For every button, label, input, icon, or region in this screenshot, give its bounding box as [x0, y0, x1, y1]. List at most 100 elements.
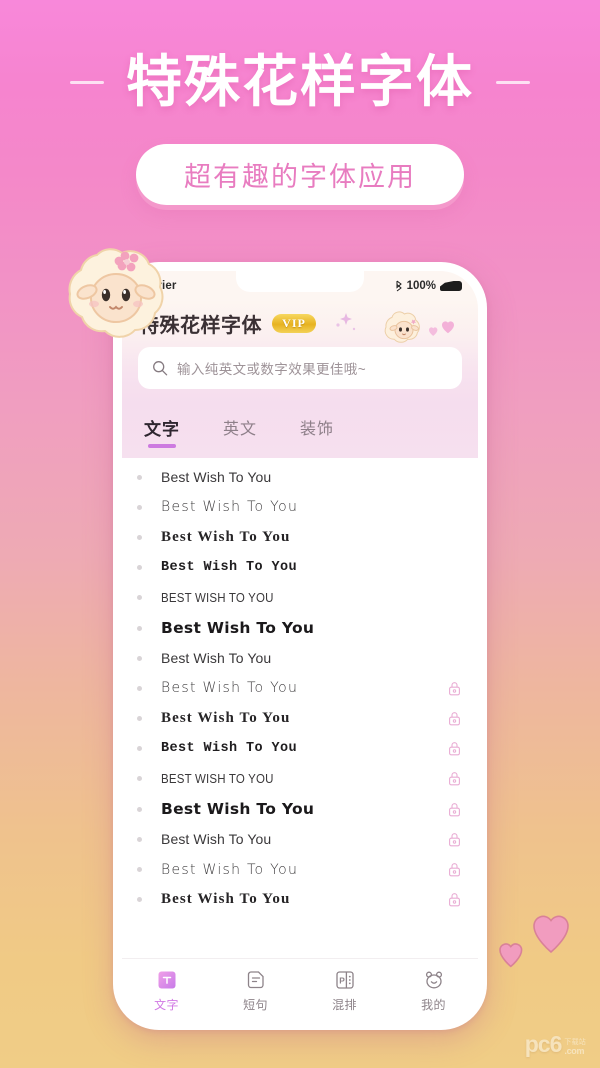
battery-full-icon	[440, 281, 462, 291]
bullet-dot-icon	[137, 776, 142, 782]
font-list-item[interactable]: Best Wish To You	[122, 673, 478, 703]
search-icon	[153, 361, 168, 376]
font-sample-text: Best Wish To You	[161, 560, 298, 576]
font-list-item[interactable]: Best Wish To You	[122, 643, 478, 673]
mixed-panel-icon: P	[335, 970, 354, 989]
tab-active-underline	[148, 444, 176, 448]
font-list-item[interactable]: Best Wish To You	[122, 613, 478, 643]
font-list-item[interactable]: Best Wish To You	[122, 462, 478, 492]
font-list-item[interactable]: Best Wish To You	[122, 704, 478, 734]
font-sample-text: Best Wish To You	[161, 800, 315, 819]
text-tile-icon	[158, 971, 175, 988]
font-sample-text: Best Wish To You	[161, 469, 272, 486]
bullet-dot-icon	[137, 897, 142, 903]
bullet-dot-icon	[137, 565, 142, 571]
headline-dash-right	[496, 80, 530, 84]
bottom-navigation: 文字 短句 P 混排 我的	[122, 958, 478, 1021]
lock-icon[interactable]	[448, 862, 461, 877]
font-list-item[interactable]: Best Wish To You	[122, 885, 478, 915]
lock-icon[interactable]	[448, 892, 461, 907]
hearts-icon	[499, 915, 569, 968]
bullet-dot-icon	[137, 474, 142, 480]
lock-icon[interactable]	[448, 741, 461, 756]
subtitle-pill: 超有趣的字体应用	[136, 144, 464, 205]
font-sample-text: Best Wish To You	[161, 741, 298, 757]
watermark-cn: 下载站	[564, 1039, 586, 1047]
font-list-item[interactable]: Best Wish To You	[122, 553, 478, 583]
tab-label: 英文	[223, 421, 258, 438]
battery-percent: 100%	[406, 280, 436, 292]
svg-text:P: P	[339, 975, 345, 985]
bullet-dot-icon	[137, 716, 142, 722]
nav-item-wenzi[interactable]: 文字	[122, 968, 211, 1013]
font-sample-list[interactable]: Best Wish To You Best Wish To You Best Wis…	[122, 458, 478, 958]
bullet-dot-icon	[137, 534, 142, 540]
nav-label: 文字	[154, 997, 179, 1012]
header-decoration	[336, 311, 454, 343]
font-list-item[interactable]: Best Wish To You	[122, 824, 478, 854]
category-tabs: 文字 英文 装饰	[122, 403, 478, 458]
search-input[interactable]: 输入纯英文或数字效果更佳哦~	[177, 358, 366, 378]
profile-bear-icon	[425, 971, 442, 988]
lock-icon[interactable]	[448, 681, 461, 696]
font-sample-text: Best Wish To You	[161, 499, 299, 516]
vip-badge[interactable]: VIP	[272, 313, 316, 333]
nav-label: 混排	[332, 997, 357, 1012]
sheep-mascot-icon	[384, 311, 420, 343]
font-list-item[interactable]: BEST WISH TO YOU	[122, 764, 478, 794]
font-sample-text: Best Wish To You	[161, 619, 315, 638]
bluetooth-icon	[396, 280, 402, 292]
tab-zhuangshi[interactable]: 装饰	[300, 415, 334, 447]
nav-item-hunpai[interactable]: P 混排	[300, 968, 389, 1013]
font-sample-text: Best Wish To You	[161, 528, 291, 545]
poster-background: 特殊花样字体 超有趣的字体应用 Carrier 100% 特殊花样字体 VIP …	[0, 0, 600, 1068]
tab-label: 文字	[144, 420, 180, 439]
phone-mockup: Carrier 100% 特殊花样字体 VIP 输入纯英文或数字效果更佳哦~ 文…	[113, 262, 487, 1030]
app-title: 特殊花样字体	[139, 314, 262, 337]
font-sample-text: Best Wish To You	[161, 710, 291, 727]
font-list-item[interactable]: Best Wish To You	[122, 492, 478, 522]
lock-icon[interactable]	[448, 832, 461, 847]
bullet-dot-icon	[137, 685, 142, 691]
phone-screen: Carrier 100% 特殊花样字体 VIP 输入纯英文或数字效果更佳哦~ 文…	[122, 271, 478, 1021]
phrase-doc-icon	[247, 970, 264, 988]
phone-notch	[236, 271, 364, 292]
search-bar[interactable]: 输入纯英文或数字效果更佳哦~	[138, 347, 462, 389]
lock-icon[interactable]	[448, 802, 461, 817]
lock-icon[interactable]	[448, 711, 461, 726]
watermark-main: pc6	[524, 1031, 563, 1057]
watermark: pc6 下载站 .com	[525, 1033, 586, 1056]
app-header: 特殊花样字体 VIP 输入纯英文或数字效果更佳哦~	[122, 301, 478, 403]
bullet-dot-icon	[137, 655, 142, 661]
bullet-dot-icon	[137, 746, 142, 752]
headline-dash-left	[70, 80, 104, 84]
page-title: 特殊花样字体	[126, 50, 474, 113]
nav-item-duanju[interactable]: 短句	[211, 968, 300, 1013]
nav-item-wode[interactable]: 我的	[389, 968, 478, 1013]
bullet-dot-icon	[137, 595, 142, 601]
font-sample-text: Best Wish To You	[161, 831, 272, 848]
hearts-icon	[429, 321, 454, 336]
font-list-item[interactable]: Best Wish To You	[122, 794, 478, 824]
bullet-dot-icon	[137, 625, 142, 631]
subtitle-text: 超有趣的字体应用	[184, 162, 416, 192]
font-sample-text: Best Wish To You	[161, 650, 272, 667]
bullet-dot-icon	[137, 836, 142, 842]
font-list-item[interactable]: Best Wish To You	[122, 854, 478, 884]
status-bar-right: 100%	[395, 280, 462, 292]
header-title-row: 特殊花样字体 VIP	[122, 301, 478, 345]
tab-wenzi[interactable]: 文字	[144, 415, 180, 448]
carrier-label: Carrier	[138, 280, 177, 292]
font-sample-text: BEST WISH TO YOU	[161, 590, 274, 605]
headline-row: 特殊花样字体	[0, 50, 600, 113]
font-list-item[interactable]: Best Wish To You	[122, 522, 478, 552]
font-list-item[interactable]: BEST WISH TO YOU	[122, 583, 478, 613]
watermark-side: 下载站 .com	[564, 1039, 586, 1056]
sparkle-icon	[336, 313, 356, 331]
font-sample-text: Best Wish To You	[161, 861, 299, 878]
tab-yingwen[interactable]: 英文	[223, 415, 257, 447]
lock-icon[interactable]	[448, 771, 461, 786]
nav-label: 我的	[421, 997, 446, 1012]
font-sample-text: BEST WISH TO YOU	[161, 771, 274, 786]
font-list-item[interactable]: Best Wish To You	[122, 734, 478, 764]
